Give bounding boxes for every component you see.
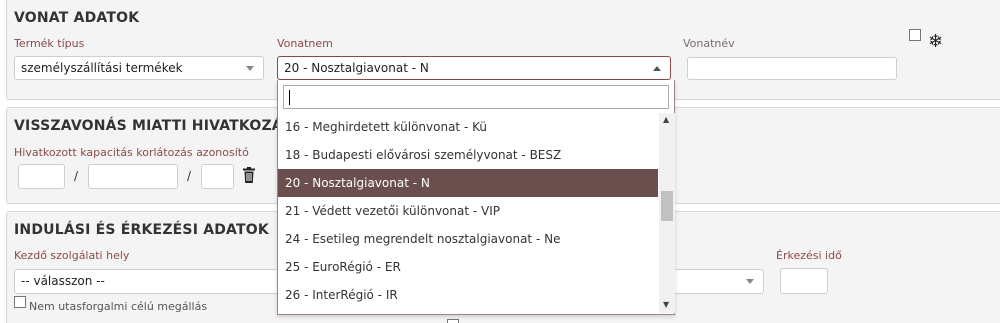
slash-separator: / — [187, 169, 192, 183]
partial-checkbox[interactable] — [447, 319, 459, 323]
termek-tipus-value: személyszállítási termékek — [21, 61, 183, 75]
kezdo-select[interactable]: -- válasszon -- — [14, 269, 314, 294]
dropdown-list: 16 - Meghirdetett különvonat - Kü 18 - Bu… — [278, 113, 658, 313]
chevron-down-icon — [746, 279, 754, 284]
dropdown-option[interactable]: 20 - Nosztalgiavonat - N — [278, 169, 658, 197]
vonatnem-label: Vonatnem — [277, 37, 333, 50]
nem-utas-label: Nem utasforgalmi célú megállás — [29, 300, 208, 313]
dropdown-scrollbar[interactable]: ▲ ▼ — [659, 113, 675, 313]
scroll-down-icon[interactable]: ▼ — [663, 301, 669, 309]
kapacitas-field-1[interactable] — [18, 164, 65, 189]
vonatnem-value: 20 - Nosztalgiavonat - N — [284, 61, 429, 75]
erkezo-select[interactable] — [660, 269, 764, 294]
kapacitas-field-3[interactable] — [201, 164, 234, 189]
dropdown-option[interactable]: 21 - Védett vezetői különvonat - VIP — [278, 197, 658, 225]
kapacitas-label: Hivatkozott kapacitás korlátozás azonosí… — [14, 146, 249, 159]
scrollbar-thumb[interactable] — [661, 191, 673, 221]
trash-icon[interactable] — [243, 167, 255, 183]
scroll-up-icon[interactable]: ▲ — [663, 116, 669, 124]
vonat-checkbox[interactable] — [909, 29, 921, 41]
termek-tipus-label: Termék típus — [14, 37, 85, 50]
vonatnev-label: Vonatnév — [683, 37, 735, 50]
dropdown-search-input[interactable] — [283, 85, 669, 109]
indulasi-title: INDULÁSI ÉS ÉRKEZÉSI ADATOK — [14, 222, 269, 238]
text-cursor — [289, 90, 290, 105]
dropdown-option[interactable]: 18 - Budapesti elővárosi személyvonat - … — [278, 141, 658, 169]
erkezesi-ido-label: Érkezési idő — [776, 249, 842, 262]
slash-separator: / — [74, 169, 79, 183]
vonatnev-input[interactable] — [687, 57, 897, 80]
vonatnem-dropdown: 16 - Meghirdetett különvonat - Kü 18 - Bu… — [277, 80, 675, 315]
dropdown-option[interactable]: 26 - InterRégió - IR — [278, 281, 658, 309]
kezdo-label: Kezdő szolgálati hely — [14, 249, 130, 262]
vonat-adatok-title: VONAT ADATOK — [14, 10, 140, 26]
dropdown-option[interactable]: 24 - Esetileg megrendelt nosztalgiavonat… — [278, 225, 658, 253]
chevron-up-icon — [653, 66, 661, 71]
chevron-down-icon — [246, 66, 254, 71]
dropdown-option[interactable]: 16 - Meghirdetett különvonat - Kü — [278, 113, 658, 141]
vonatnem-select[interactable]: 20 - Nosztalgiavonat - N — [277, 56, 671, 80]
erkezesi-ido-input[interactable] — [780, 268, 828, 294]
kezdo-value: -- válasszon -- — [21, 274, 105, 288]
snowflake-icon: ❄ — [928, 31, 944, 52]
termek-tipus-select[interactable]: személyszállítási termékek — [14, 56, 264, 80]
kapacitas-field-2[interactable] — [88, 164, 178, 189]
dropdown-option[interactable]: 25 - EuroRégió - ER — [278, 253, 658, 281]
nem-utas-checkbox[interactable] — [14, 296, 26, 308]
